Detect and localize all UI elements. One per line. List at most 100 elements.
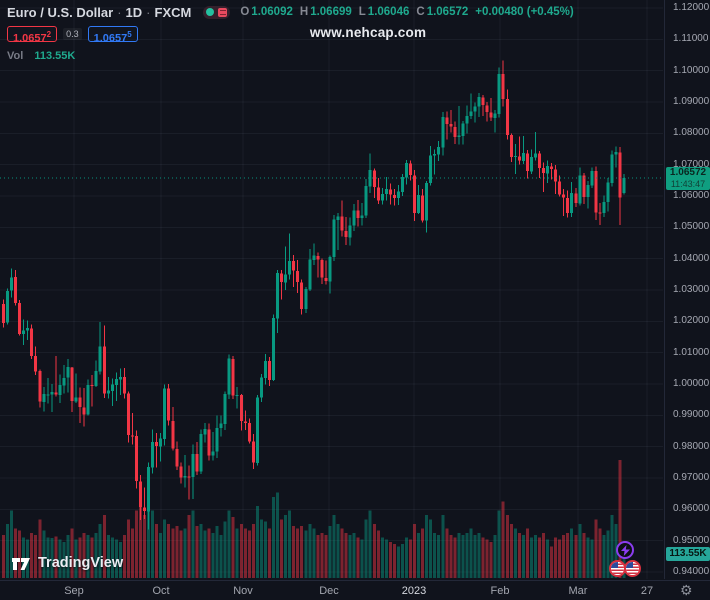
us-flag-icons[interactable] bbox=[609, 560, 641, 577]
price-tick-label: 1.00000 bbox=[673, 377, 710, 389]
candle bbox=[550, 166, 554, 170]
volume-bar bbox=[473, 535, 477, 578]
candle bbox=[58, 385, 62, 395]
open-value: 1.06092 bbox=[251, 6, 293, 18]
candle bbox=[175, 448, 179, 467]
volume-axis-badge: 113.55K bbox=[666, 546, 710, 561]
price-tick-label: 1.05000 bbox=[673, 221, 710, 233]
price-tick-label: 0.95000 bbox=[673, 534, 710, 546]
gear-icon[interactable]: ⚙ bbox=[680, 582, 693, 599]
volume-bar bbox=[348, 535, 352, 578]
candle bbox=[606, 182, 610, 203]
tradingview-logo[interactable]: TradingView bbox=[11, 553, 123, 573]
separator: · bbox=[117, 4, 122, 20]
candle bbox=[429, 155, 433, 184]
candle bbox=[284, 274, 288, 283]
spread-value: 0.3 bbox=[63, 28, 82, 40]
candle bbox=[405, 163, 408, 178]
volume-bar bbox=[485, 539, 489, 578]
candle bbox=[364, 185, 368, 216]
candle bbox=[114, 378, 118, 385]
volume-bar bbox=[130, 528, 134, 578]
volume-bar bbox=[134, 510, 138, 578]
sell-bid-button[interactable]: 1.06572 bbox=[7, 26, 58, 45]
volume-bar bbox=[219, 535, 223, 578]
low-label: L bbox=[358, 6, 366, 18]
candle bbox=[231, 358, 235, 396]
lightning-icon[interactable] bbox=[616, 541, 634, 559]
volume-bar bbox=[513, 528, 517, 578]
candle bbox=[239, 395, 243, 422]
candle bbox=[46, 394, 50, 396]
candle bbox=[368, 169, 372, 187]
volume-bar bbox=[259, 519, 263, 578]
volume-bar bbox=[167, 523, 171, 578]
high-label: H bbox=[299, 6, 309, 18]
candle bbox=[267, 361, 271, 380]
candle bbox=[554, 169, 558, 182]
time-tick-label: Sep bbox=[64, 585, 84, 597]
volume-bar bbox=[537, 537, 541, 578]
volume-bar bbox=[586, 537, 590, 578]
volume-bar bbox=[6, 523, 10, 578]
volume-bar bbox=[344, 532, 348, 578]
volume-bar bbox=[163, 519, 167, 578]
candle bbox=[493, 113, 497, 118]
price-tick-label: 1.02000 bbox=[673, 315, 710, 327]
trading-chart-app: Euro / U.S. Dollar · 1D · FXCM O 1.06092 … bbox=[0, 0, 710, 600]
volume-bar bbox=[533, 535, 537, 578]
volume-bar bbox=[574, 535, 578, 578]
volume-bar bbox=[126, 519, 130, 578]
candle bbox=[449, 124, 453, 127]
price-tick-label: 1.03000 bbox=[673, 283, 710, 295]
candle bbox=[38, 371, 42, 402]
candle bbox=[272, 318, 276, 381]
volume-bar bbox=[284, 514, 288, 578]
volume-bar bbox=[380, 537, 384, 578]
bar-countdown: 11:43:47 bbox=[670, 179, 706, 190]
candle bbox=[542, 168, 546, 174]
candle bbox=[348, 225, 352, 238]
time-scale[interactable]: ⚙ Sep Oct Nov Dec 2023 Feb Mar 27 bbox=[0, 580, 710, 600]
volume-bar bbox=[368, 510, 372, 578]
candle bbox=[501, 74, 505, 99]
volume-bar bbox=[396, 546, 400, 578]
volume-value: 113.55K bbox=[34, 50, 76, 62]
price-tick-label: 0.97000 bbox=[673, 471, 710, 483]
candle bbox=[288, 260, 292, 275]
volume-bar bbox=[187, 514, 191, 578]
volume-bar bbox=[151, 510, 155, 578]
volume-bar bbox=[409, 539, 413, 578]
volume-bar bbox=[445, 528, 449, 578]
volume-bar bbox=[437, 535, 441, 578]
volume-bar bbox=[598, 528, 602, 578]
price-scale[interactable]: 1.06572 11:43:47 113.55K 1.12000 1.11000 1… bbox=[664, 0, 710, 579]
candle bbox=[578, 175, 582, 204]
volume-bar bbox=[421, 528, 425, 578]
volume-bar bbox=[542, 532, 546, 578]
candle bbox=[247, 423, 251, 442]
candle bbox=[598, 212, 602, 214]
candlestick-chart[interactable] bbox=[0, 0, 664, 579]
candle bbox=[324, 277, 328, 282]
candle bbox=[199, 434, 203, 472]
source-toggle[interactable] bbox=[203, 5, 231, 19]
price-tick-label: 1.12000 bbox=[673, 2, 710, 13]
volume-bar bbox=[251, 523, 255, 578]
volume-bar bbox=[590, 539, 594, 578]
candle bbox=[546, 166, 550, 174]
candle bbox=[2, 304, 5, 323]
ohlc-values: O 1.06092 H 1.06699 L 1.06046 C 1.06572 +0.0… bbox=[240, 6, 573, 18]
candle bbox=[344, 230, 348, 238]
buy-ask-button[interactable]: 1.06575 bbox=[87, 26, 138, 45]
candle bbox=[316, 255, 320, 260]
candle bbox=[18, 303, 22, 334]
volume-bar bbox=[255, 505, 259, 578]
candle bbox=[457, 135, 461, 138]
volume-bar bbox=[195, 526, 199, 578]
volume-bar bbox=[413, 523, 417, 578]
volume-bar bbox=[183, 528, 187, 578]
volume-bar bbox=[316, 535, 320, 578]
volume-bar bbox=[376, 530, 380, 578]
candle bbox=[360, 215, 364, 219]
